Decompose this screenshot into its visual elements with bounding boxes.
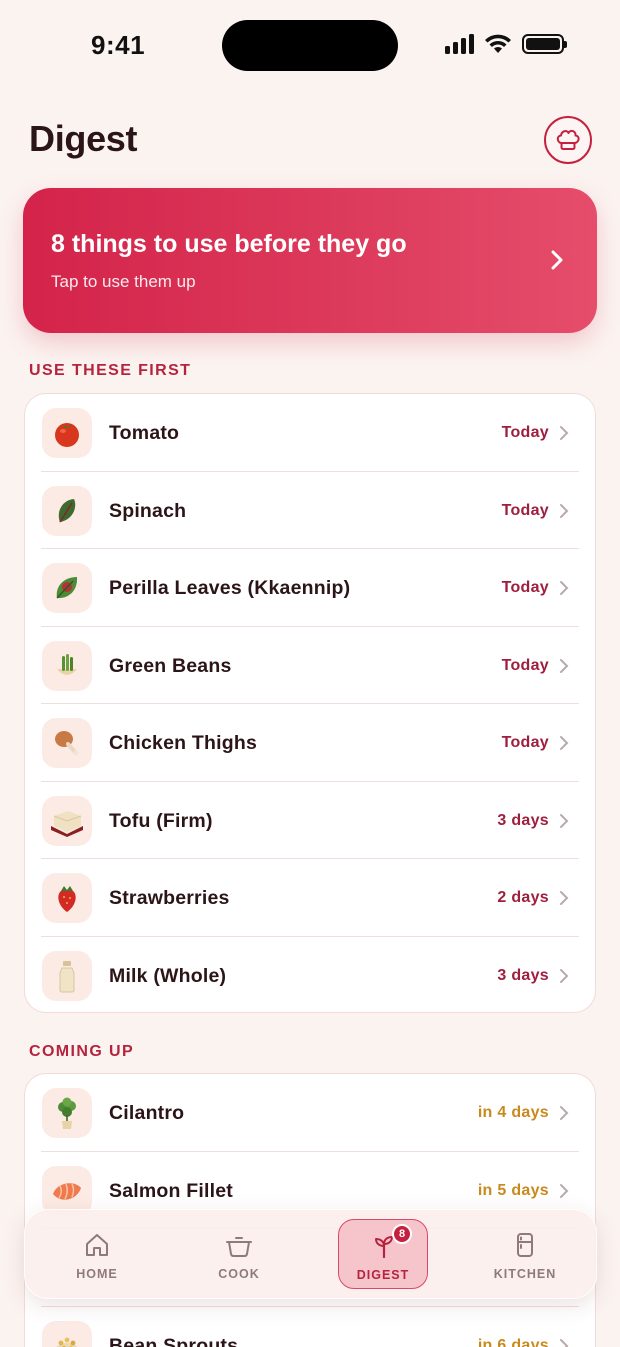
expiry-label: in 4 days bbox=[477, 1104, 549, 1121]
tab-label: COOK bbox=[218, 1267, 260, 1281]
list-item[interactable]: Tofu (Firm) 3 days bbox=[25, 782, 595, 859]
tab-digest[interactable]: 8 DIGEST bbox=[338, 1219, 428, 1289]
tab-label: DIGEST bbox=[356, 1268, 410, 1282]
expiry-label: Today bbox=[501, 734, 549, 751]
banner-title: 8 things to use before they go bbox=[51, 230, 407, 258]
tab-home[interactable]: HOME bbox=[52, 1219, 142, 1289]
item-name: Salmon Fillet bbox=[109, 1179, 233, 1202]
item-name: Milk (Whole) bbox=[109, 964, 227, 987]
bean-sprouts-icon bbox=[42, 1320, 92, 1347]
expiry-label: Today bbox=[501, 579, 549, 596]
expiry-label: 3 days bbox=[497, 966, 549, 984]
page-title: Digest bbox=[29, 118, 138, 159]
tab-cook[interactable]: COOK bbox=[194, 1219, 284, 1289]
fridge-icon bbox=[517, 1233, 533, 1257]
spinach-icon bbox=[42, 485, 92, 536]
expiry-label: 2 days bbox=[497, 889, 549, 906]
list-item[interactable]: Strawberries 2 days bbox=[25, 859, 595, 937]
item-name: Strawberries bbox=[109, 887, 230, 909]
list-item[interactable]: Perilla Leaves (Kkaennip) Today bbox=[25, 549, 595, 627]
cilantro-icon bbox=[42, 1088, 92, 1138]
home-icon bbox=[86, 1234, 108, 1256]
item-name: Tomato bbox=[109, 422, 180, 444]
status-bar: 9:41 bbox=[0, 0, 620, 90]
item-name: Chicken Thighs bbox=[109, 732, 257, 754]
item-name: Bean Sprouts bbox=[109, 1334, 239, 1347]
chevron-right-icon bbox=[560, 581, 569, 595]
section-header-use-first: USE THESE FIRST bbox=[29, 362, 192, 379]
chicken-leg-icon bbox=[42, 718, 92, 768]
cellular-signal-icon bbox=[445, 34, 474, 54]
expiry-label: in 6 days bbox=[477, 1336, 549, 1347]
item-name: Perilla Leaves (Kkaennip) bbox=[109, 577, 351, 599]
use-first-list: Tomato Today Spinach Today Perilla Leave… bbox=[24, 393, 596, 1013]
wifi-icon bbox=[485, 34, 511, 53]
status-time: 9:41 bbox=[91, 30, 146, 60]
use-up-banner[interactable]: 8 things to use before they go Tap to us… bbox=[23, 188, 597, 333]
tab-label: HOME bbox=[76, 1267, 118, 1281]
list-item[interactable]: Bean Sprouts in 6 days bbox=[25, 1307, 595, 1347]
tab-kitchen[interactable]: KITCHEN bbox=[480, 1219, 570, 1289]
tab-label: KITCHEN bbox=[493, 1267, 557, 1281]
chevron-right-icon bbox=[560, 658, 569, 673]
item-name: Green Beans bbox=[109, 654, 232, 677]
tofu-icon bbox=[42, 795, 92, 846]
chevron-right-icon bbox=[560, 891, 569, 905]
expiry-label: 3 days bbox=[497, 811, 549, 829]
chef-profile-button[interactable] bbox=[544, 116, 592, 164]
milk-bottle-icon bbox=[42, 950, 92, 1001]
perilla-leaf-icon bbox=[42, 563, 92, 613]
banner-subtitle: Tap to use them up bbox=[51, 272, 196, 291]
dynamic-island bbox=[222, 20, 398, 71]
status-icons bbox=[445, 34, 567, 54]
expiry-label: Today bbox=[501, 424, 549, 441]
chevron-right-icon bbox=[551, 250, 563, 270]
chevron-right-icon bbox=[560, 968, 569, 983]
chevron-right-icon bbox=[560, 426, 569, 440]
item-name: Cilantro bbox=[109, 1102, 185, 1124]
expiry-label: in 5 days bbox=[477, 1181, 549, 1199]
list-item[interactable]: Cilantro in 4 days bbox=[25, 1074, 595, 1152]
notification-badge: 8 bbox=[392, 1224, 412, 1244]
item-name: Spinach bbox=[109, 499, 187, 522]
pot-icon bbox=[226, 1237, 252, 1257]
battery-icon bbox=[522, 34, 567, 54]
list-item[interactable]: Tomato Today bbox=[25, 394, 595, 472]
bottom-tab-bar: HOME COOK 8 DIGEST KITCHEN bbox=[24, 1209, 597, 1299]
green-beans-icon bbox=[42, 640, 92, 691]
strawberry-icon bbox=[42, 873, 92, 923]
chevron-right-icon bbox=[560, 736, 569, 750]
tomato-icon bbox=[42, 408, 92, 458]
expiry-label: Today bbox=[501, 656, 549, 674]
chef-hat-icon bbox=[556, 129, 580, 150]
item-name: Tofu (Firm) bbox=[109, 809, 213, 832]
list-item[interactable]: Green Beans Today bbox=[25, 627, 595, 704]
chevron-right-icon bbox=[560, 1183, 569, 1198]
chevron-right-icon bbox=[560, 1106, 569, 1120]
list-item[interactable]: Spinach Today bbox=[25, 472, 595, 549]
list-item[interactable]: Milk (Whole) 3 days bbox=[25, 937, 595, 1013]
list-item[interactable]: Chicken Thighs Today bbox=[25, 704, 595, 782]
section-header-coming-up: COMING UP bbox=[29, 1043, 135, 1060]
chevron-right-icon bbox=[560, 503, 569, 518]
chevron-right-icon bbox=[560, 813, 569, 828]
salmon-icon bbox=[42, 1165, 92, 1216]
chevron-right-icon bbox=[560, 1338, 569, 1347]
expiry-label: Today bbox=[501, 501, 549, 519]
